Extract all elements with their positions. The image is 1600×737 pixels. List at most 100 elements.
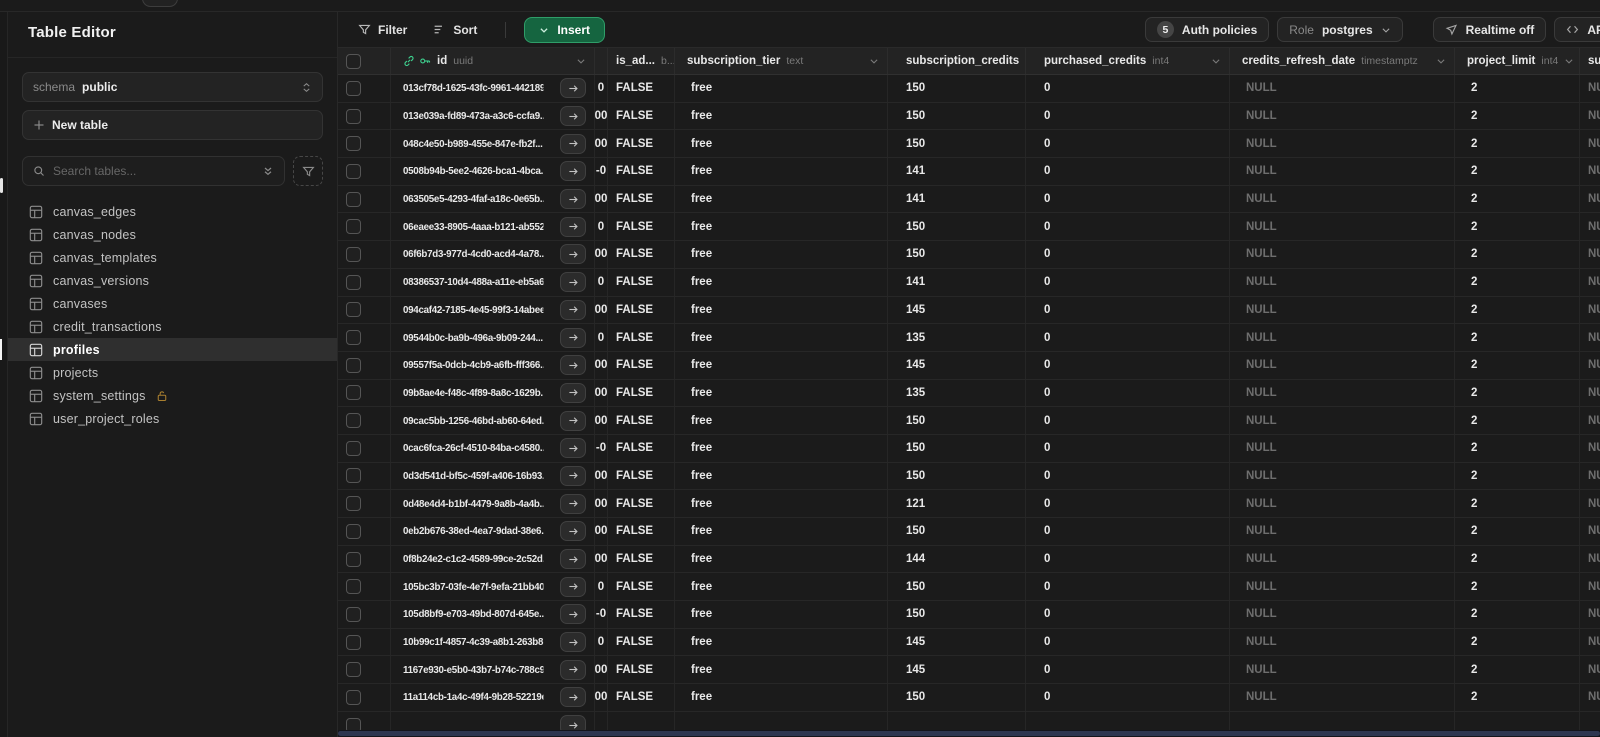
table-row[interactable]: 08386537-10d4-488a-a11e-eb5a6... 0 FALSE… [338, 268, 1600, 297]
select-all-header[interactable] [338, 48, 391, 74]
project-limit-cell[interactable]: 2 [1455, 407, 1580, 434]
row-checkbox[interactable] [346, 689, 361, 705]
next-column-cell[interactable]: NULL [1580, 490, 1600, 517]
purchased-credits-cell[interactable]: 0 [1026, 573, 1230, 601]
next-column-cell[interactable]: NULL [1580, 75, 1600, 102]
purchased-credits-cell[interactable]: 0 [1026, 185, 1230, 213]
subscription-tier-cell[interactable]: free [675, 545, 888, 573]
subscription-credits-cell[interactable]: 145 [888, 351, 1026, 379]
credits-refresh-date-cell[interactable]: NULL [1230, 379, 1455, 407]
subscription-tier-cell[interactable]: free [675, 213, 888, 241]
next-column-cell[interactable]: NULL [1580, 601, 1600, 628]
row-checkbox[interactable] [346, 606, 361, 622]
purchased-credits-cell[interactable]: 0 [1026, 407, 1230, 434]
expand-row-button[interactable] [560, 604, 586, 625]
row-checkbox[interactable] [346, 634, 361, 650]
clipped-cell[interactable]: 00 [595, 241, 608, 268]
purchased-credits-cell[interactable]: 0 [1026, 628, 1230, 656]
next-column-cell[interactable]: NULL [1580, 463, 1600, 490]
chevron-down-icon[interactable] [576, 56, 586, 66]
subscription-tier-cell[interactable]: free [675, 656, 888, 684]
subscription-credits-cell[interactable]: 150 [888, 407, 1026, 434]
purchased-credits-cell[interactable]: 0 [1026, 241, 1230, 268]
subscription-tier-cell[interactable]: free [675, 102, 888, 130]
table-row[interactable]: 10b99c1f-4857-4c39-a8b1-263b8... 0 FALSE… [338, 628, 1600, 657]
subscription-tier-cell[interactable]: free [675, 407, 888, 434]
search-tables-input[interactable]: Search tables... [22, 156, 285, 186]
subscription-credits-cell[interactable]: 145 [888, 656, 1026, 684]
id-cell[interactable]: 063505e5-4293-4faf-a18c-0e65b... [391, 185, 595, 213]
column-header-credits-refresh-date[interactable]: credits_refresh_date timestamptz [1230, 48, 1455, 74]
insert-button[interactable]: Insert [524, 16, 606, 43]
sidebar-item-canvases[interactable]: canvases [8, 292, 337, 315]
subscription-credits-cell[interactable]: 135 [888, 379, 1026, 407]
column-header-project-limit[interactable]: project_limit int4 [1455, 48, 1580, 74]
credits-refresh-date-cell[interactable]: NULL [1230, 628, 1455, 656]
purchased-credits-cell[interactable]: 0 [1026, 656, 1230, 684]
credits-refresh-date-cell[interactable]: NULL [1230, 75, 1455, 102]
credits-refresh-date-cell[interactable]: NULL [1230, 462, 1455, 490]
rail-scroll-thumb[interactable] [0, 178, 3, 193]
project-limit-cell[interactable]: 2 [1455, 656, 1580, 684]
subscription-tier-cell[interactable]: free [675, 601, 888, 628]
subscription-tier-cell[interactable]: free [675, 241, 888, 268]
clipped-cell[interactable]: 00 [595, 462, 608, 490]
credits-refresh-date-cell[interactable]: NULL [1230, 130, 1455, 158]
row-checkbox[interactable] [346, 579, 361, 595]
subscription-credits-cell[interactable]: 150 [888, 573, 1026, 601]
subscription-credits-cell[interactable]: 145 [888, 296, 1026, 324]
subscription-tier-cell[interactable]: free [675, 324, 888, 351]
row-checkbox[interactable] [346, 662, 361, 678]
project-limit-cell[interactable]: 2 [1455, 268, 1580, 296]
row-checkbox[interactable] [346, 274, 361, 290]
table-row[interactable]: 09cac5bb-1256-46bd-ab60-64ed... 00 FALSE… [338, 407, 1600, 435]
id-cell[interactable]: 09557f5a-0dcb-4cb9-a6fb-fff366... [391, 351, 595, 379]
credits-refresh-date-cell[interactable]: NULL [1230, 268, 1455, 296]
row-checkbox[interactable] [346, 523, 361, 539]
clipped-cell[interactable]: 0 [595, 75, 608, 102]
is-admin-cell[interactable]: FALSE [608, 490, 675, 517]
sidebar-item-credit_transactions[interactable]: credit_transactions [8, 315, 337, 338]
is-admin-cell[interactable]: FALSE [608, 628, 675, 656]
expand-row-button[interactable] [560, 78, 586, 99]
subscription-credits-cell[interactable]: 150 [888, 102, 1026, 130]
subscription-tier-cell[interactable]: free [675, 185, 888, 213]
purchased-credits-cell[interactable]: 0 [1026, 434, 1230, 462]
row-checkbox[interactable] [346, 80, 361, 96]
clipped-cell[interactable]: 00 [595, 379, 608, 407]
id-cell[interactable]: 105bc3b7-03fe-4e7f-9efa-21bb40... [391, 573, 595, 601]
expand-row-button[interactable] [560, 493, 586, 514]
next-column-cell[interactable]: NULL [1580, 297, 1600, 324]
expand-row-button[interactable] [560, 327, 586, 348]
purchased-credits-cell[interactable]: 0 [1026, 379, 1230, 407]
credits-refresh-date-cell[interactable]: NULL [1230, 351, 1455, 379]
purchased-credits-cell[interactable]: 0 [1026, 75, 1230, 102]
sidebar-item-canvas_templates[interactable]: canvas_templates [8, 246, 337, 269]
table-row[interactable]: 09544b0c-ba9b-496a-9b09-244... 0 FALSE f… [338, 324, 1600, 352]
project-limit-cell[interactable]: 2 [1455, 158, 1580, 185]
id-cell[interactable]: 09544b0c-ba9b-496a-9b09-244... [391, 324, 595, 351]
credits-refresh-date-cell[interactable]: NULL [1230, 490, 1455, 517]
table-row[interactable]: 063505e5-4293-4faf-a18c-0e65b... 00 FALS… [338, 185, 1600, 214]
clipped-cell[interactable]: -0 [595, 434, 608, 462]
subscription-tier-cell[interactable]: free [675, 379, 888, 407]
table-row[interactable]: 09b8ae4e-f48c-4f89-8a8c-1629b... 00 FALS… [338, 379, 1600, 408]
clipped-cell[interactable]: 0 [595, 628, 608, 656]
id-cell[interactable]: 1167e930-e5b0-43b7-b74c-788c9... [391, 656, 595, 684]
row-checkbox[interactable] [346, 136, 361, 152]
project-limit-cell[interactable]: 2 [1455, 462, 1580, 490]
table-row[interactable]: 013cf78d-1625-43fc-9961-442189... 0 FALS… [338, 75, 1600, 103]
credits-refresh-date-cell[interactable]: NULL [1230, 545, 1455, 573]
clipped-cell[interactable]: 00 [595, 518, 608, 545]
expand-row-button[interactable] [560, 410, 586, 431]
subscription-tier-cell[interactable]: free [675, 462, 888, 490]
id-cell[interactable]: 0d3d541d-bf5c-459f-a406-16b93... [391, 462, 595, 490]
realtime-toggle-button[interactable]: Realtime off [1432, 17, 1547, 42]
next-column-cell[interactable]: NULL [1580, 324, 1600, 351]
is-admin-cell[interactable]: FALSE [608, 434, 675, 462]
id-cell[interactable]: 094caf42-7185-4e45-99f3-14abee... [391, 296, 595, 324]
credits-refresh-date-cell[interactable]: NULL [1230, 241, 1455, 268]
credits-refresh-date-cell[interactable]: NULL [1230, 158, 1455, 185]
sidebar-item-canvas_nodes[interactable]: canvas_nodes [8, 223, 337, 246]
next-column-cell[interactable]: NULL [1580, 213, 1600, 240]
